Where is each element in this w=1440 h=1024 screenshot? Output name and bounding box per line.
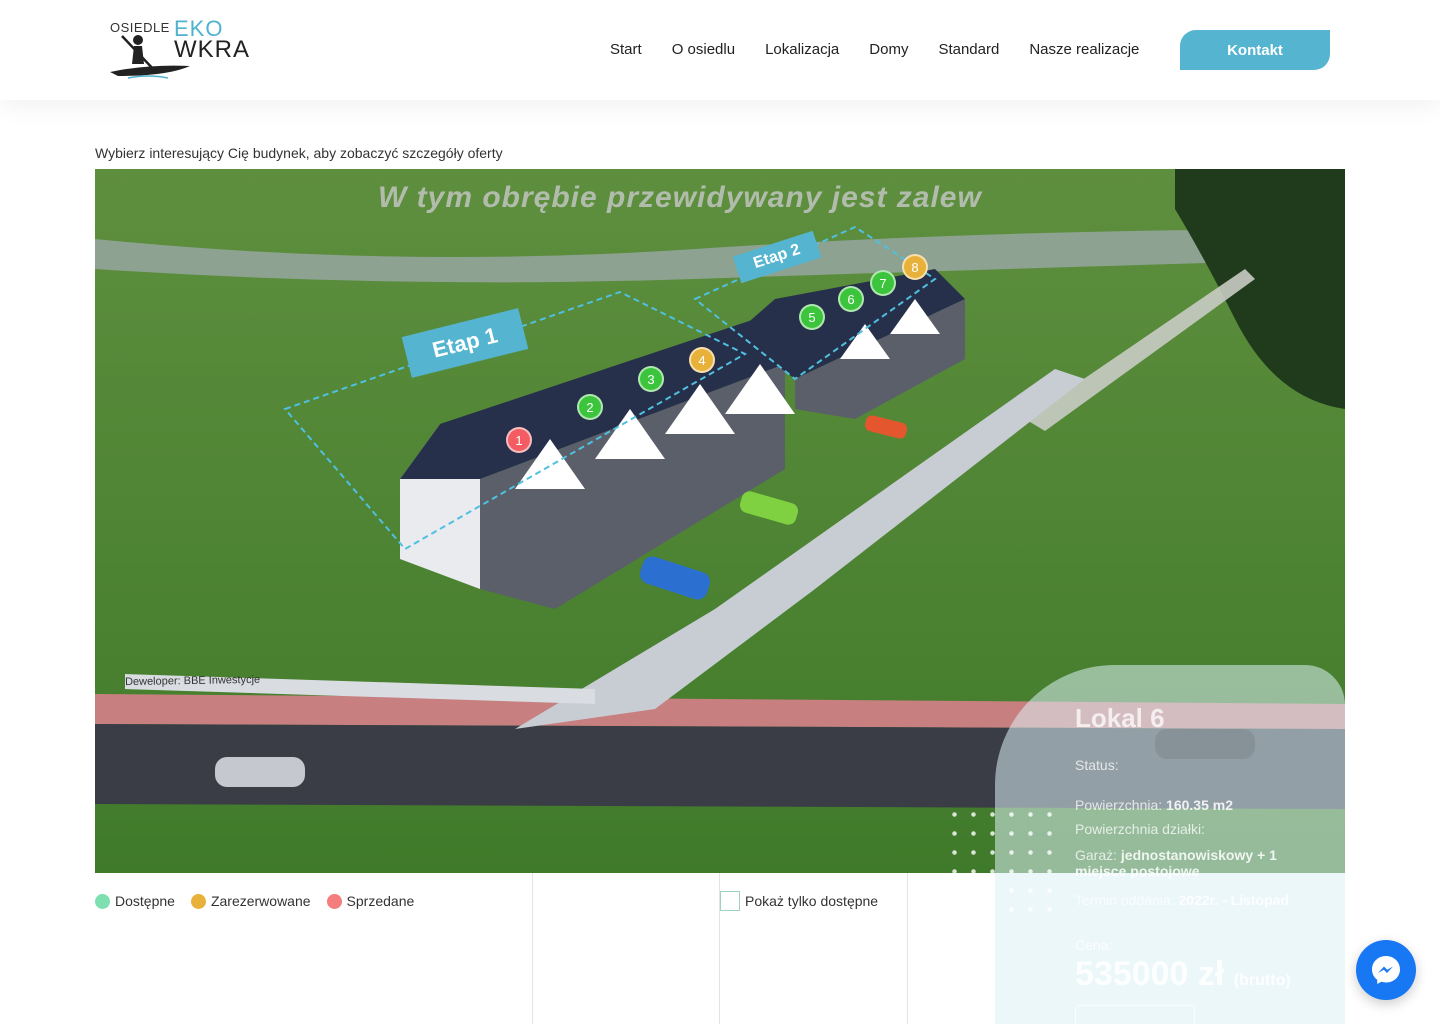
unit-garage: Garaż: jednostanowiskowy + 1 miejsce pos… — [1075, 847, 1277, 879]
intro-text: Wybierz interesujący Cię budynek, aby zo… — [95, 145, 503, 161]
developer-sign: Deweloper: BBE Inwestycje — [124, 673, 261, 689]
unit-price: 535000 zł (brutto) — [1075, 955, 1291, 993]
unit-price-label: Cena: — [1075, 937, 1113, 953]
unit-completion-date: Termin oddania: 2022r. - Listopad — [1075, 892, 1289, 908]
unit-details-button[interactable] — [1075, 1005, 1195, 1024]
messenger-icon — [1372, 956, 1400, 984]
available-only-filter[interactable]: Pokaż tylko dostępne — [720, 891, 878, 911]
contact-button[interactable]: Kontakt — [1180, 30, 1330, 70]
kayak-logo-icon — [110, 35, 190, 79]
status-legend: Dostępne Zarezerwowane Sprzedane — [95, 893, 430, 909]
house-marker-3[interactable]: 3 — [638, 366, 664, 392]
available-dot-icon — [95, 893, 110, 909]
available-only-label: Pokaż tylko dostępne — [745, 893, 879, 909]
house-marker-7[interactable]: 7 — [870, 270, 896, 296]
site-logo[interactable]: OSIEDLE EKO WKRA — [108, 14, 249, 80]
messenger-chat-button[interactable] — [1356, 940, 1416, 1000]
unit-area: Powierzchnia: 160.35 m2 — [1075, 797, 1233, 813]
nav-o-osiedlu[interactable]: O osiedlu — [672, 41, 735, 58]
nav-standard[interactable]: Standard — [938, 41, 999, 58]
divider — [532, 873, 533, 1024]
house-marker-4[interactable]: 4 — [689, 347, 715, 373]
legend-available-label: Dostępne — [115, 893, 175, 909]
site-header: OSIEDLE EKO WKRA Start O osiedlu Lokaliz… — [0, 0, 1440, 100]
legend-reserved: Zarezerwowane — [190, 893, 311, 909]
nav-nasze-realizacje[interactable]: Nasze realizacje — [1029, 41, 1139, 58]
house-marker-2[interactable]: 2 — [577, 394, 603, 420]
nav-start[interactable]: Start — [610, 41, 642, 58]
unit-plot-area: Powierzchnia działki: — [1075, 821, 1205, 837]
house-marker-6[interactable]: 6 — [838, 286, 864, 312]
unit-status: Status: — [1075, 757, 1119, 773]
decorative-dots — [945, 805, 1055, 925]
divider — [907, 873, 908, 1024]
nav-domy[interactable]: Domy — [869, 41, 908, 58]
legend-sold: Sprzedane — [326, 893, 415, 909]
house-marker-5[interactable]: 5 — [799, 304, 825, 330]
unit-info-panel: Lokal 6 Status: Powierzchnia: 160.35 m2 … — [945, 665, 1345, 1024]
unit-title: Lokal 6 — [1075, 703, 1165, 733]
legend-available: Dostępne — [95, 893, 175, 909]
house-marker-1[interactable]: 1 — [506, 427, 532, 453]
legend-reserved-label: Zarezerwowane — [210, 893, 311, 909]
nav-lokalizacja[interactable]: Lokalizacja — [765, 41, 839, 58]
house-marker-8[interactable]: 8 — [902, 254, 928, 280]
available-only-checkbox[interactable] — [720, 891, 740, 911]
main-nav: Start O osiedlu Lokalizacja Domy Standar… — [580, 41, 1139, 58]
legend-sold-label: Sprzedane — [346, 893, 415, 909]
sold-dot-icon — [326, 893, 342, 909]
reserved-dot-icon — [190, 893, 206, 909]
flood-zone-banner: W tym obrębie przewidywany jest zalew — [378, 181, 982, 214]
